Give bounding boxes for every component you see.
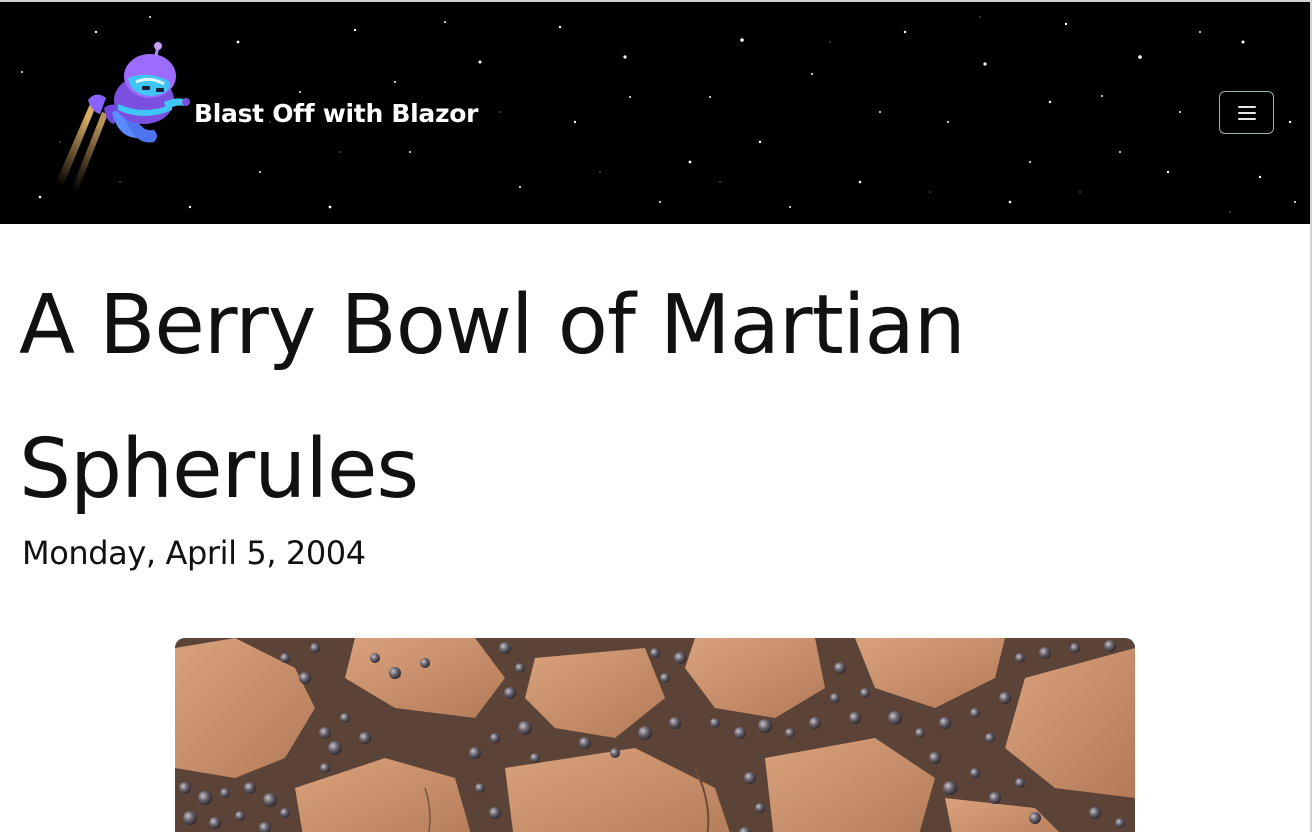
- article-photo: [175, 638, 1135, 832]
- hamburger-menu-icon: [1237, 105, 1256, 120]
- site-header: Blast Off with Blazor: [0, 0, 1310, 224]
- brand-title: Blast Off with Blazor: [194, 98, 479, 128]
- navbar-toggle-button[interactable]: [1219, 91, 1274, 134]
- blazor-rocket-mascot-icon: [56, 42, 190, 190]
- brand-home-link[interactable]: Blast Off with Blazor: [52, 42, 478, 190]
- article-date: Monday, April 5, 2004: [22, 534, 366, 572]
- app-window: Blast Off with Blazor A Berry Bowl of Ma…: [0, 0, 1312, 832]
- martian-spherules-image: [175, 638, 1135, 832]
- article-title: A Berry Bowl of Martian Spherules: [19, 278, 966, 517]
- article-content: A Berry Bowl of Martian Spherules Monday…: [0, 254, 1310, 572]
